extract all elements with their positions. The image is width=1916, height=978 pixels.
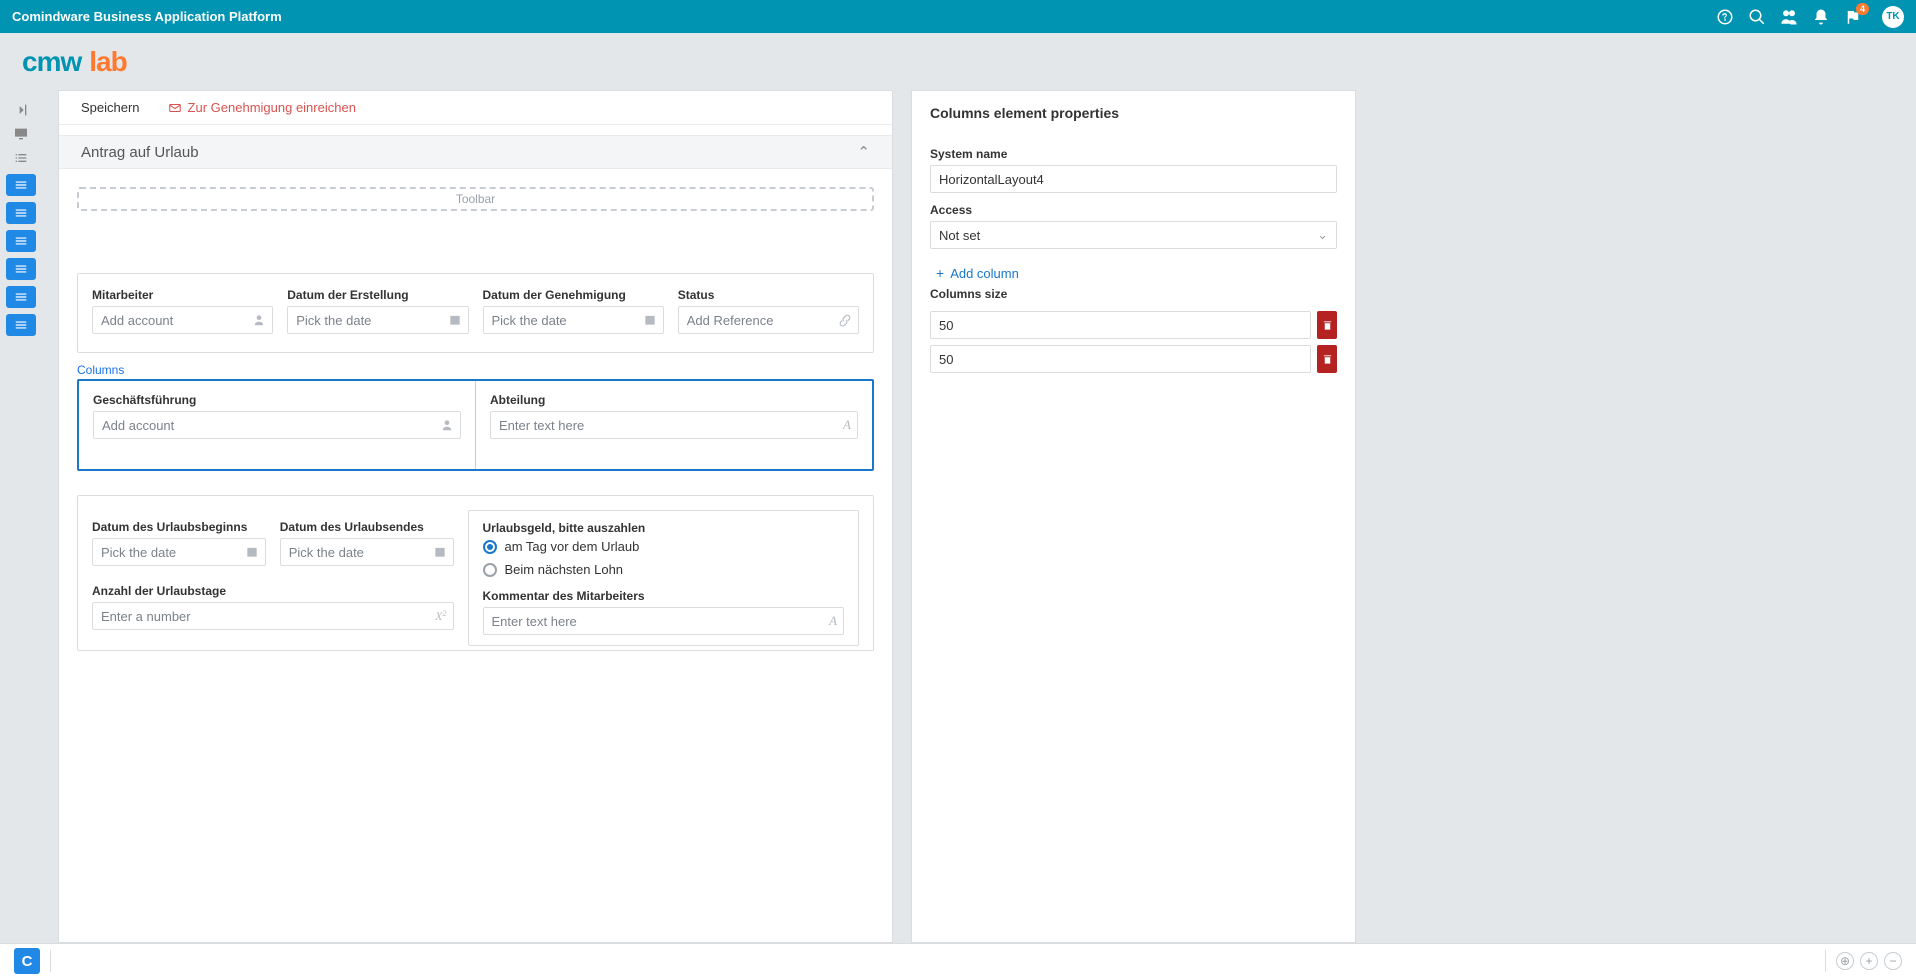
radio-icon [483,563,497,577]
erstellt-input[interactable]: Pick the date [287,306,468,334]
columns-element-selected[interactable]: Geschäftsführung Add account Abteilung E… [77,379,874,471]
beginn-input[interactable]: Pick the date [92,538,266,566]
mail-icon [168,101,182,115]
zoom-in-icon[interactable]: + [1860,952,1878,970]
list-icon[interactable] [11,148,31,168]
calendar-icon [245,545,259,559]
add-column-button[interactable]: +Add column [936,265,1337,281]
radio-icon [483,540,497,554]
number-icon: X2 [435,609,446,624]
user-icon [440,418,454,432]
geschaeftsfuehrung-input[interactable]: Add account [93,411,461,439]
kommentar-label: Kommentar des Mitarbeiters [483,589,845,603]
trash-icon [1322,320,1333,331]
form-body: Toolbar Mitarbeiter Add account Datum de [59,169,892,942]
columns-label: Columns [77,363,874,377]
calendar-icon [433,545,447,559]
submit-label: Zur Genehmigung einreichen [188,100,356,115]
zoom-out-icon[interactable]: − [1884,952,1902,970]
chevron-up-icon[interactable]: ⌃ [857,143,870,161]
sidebar [0,90,42,943]
submit-approval-button[interactable]: Zur Genehmigung einreichen [168,100,356,115]
field-group-1: Mitarbeiter Add account Datum der Erstel… [77,273,874,353]
urlaubsgeld-label: Urlaubsgeld, bitte auszahlen [483,521,845,535]
layout-item-3[interactable] [6,230,36,252]
trash-icon [1322,354,1333,365]
layout-item-1[interactable] [6,174,36,196]
form-toolbar: Speichern Zur Genehmigung einreichen [59,91,892,125]
logo-cmw: cmw [22,46,81,78]
app-title: Comindware Business Application Platform [12,9,1716,24]
properties-title: Columns element properties [930,105,1337,121]
delete-column-1-button[interactable] [1317,311,1337,339]
zoom-controls: ⊕ + − [1836,952,1902,970]
status-label: Status [678,288,859,302]
calendar-icon [643,313,657,327]
chevron-down-icon: ⌄ [1317,227,1328,243]
logo-bar: cmw lab [0,33,1916,90]
access-label: Access [930,203,1337,217]
form-panel: Speichern Zur Genehmigung einreichen Ant… [58,90,893,943]
beginn-label: Datum des Urlaubsbeginns [92,520,266,534]
save-button[interactable]: Speichern [81,100,140,115]
columns-size-label: Columns size [930,287,1337,301]
bottom-spacer [50,950,1826,972]
radio-option-2[interactable]: Beim nächsten Lohn [483,562,845,577]
toolbar-dropzone[interactable]: Toolbar [77,187,874,211]
search-icon[interactable] [1748,8,1766,26]
text-icon: A [843,417,851,433]
genehmigung-label: Datum der Genehmigung [483,288,664,302]
delete-column-2-button[interactable] [1317,345,1337,373]
calendar-icon [448,313,462,327]
link-icon [838,313,852,327]
app-badge[interactable]: C [14,948,40,974]
access-select[interactable]: Not set ⌄ [930,221,1337,249]
layout-item-2[interactable] [6,202,36,224]
ende-input[interactable]: Pick the date [280,538,454,566]
topbar-icons: 4 TK [1716,6,1904,28]
workspace: Speichern Zur Genehmigung einreichen Ant… [0,90,1916,943]
layout-item-4[interactable] [6,258,36,280]
bottom-bar: C ⊕ + − [0,943,1916,978]
user-avatar[interactable]: TK [1882,6,1904,28]
section-header: Antrag auf Urlaub ⌃ [59,135,892,169]
content-area: Speichern Zur Genehmigung einreichen Ant… [42,90,1916,943]
section-title: Antrag auf Urlaub [81,144,199,161]
genehmigung-input[interactable]: Pick the date [483,306,664,334]
zoom-fit-icon[interactable]: ⊕ [1836,952,1854,970]
text-icon: A [829,613,837,629]
kommentar-input[interactable]: Enter text here A [483,607,845,635]
tage-input[interactable]: Enter a number X2 [92,602,454,630]
status-input[interactable]: Add Reference [678,306,859,334]
abteilung-label: Abteilung [490,393,858,407]
mitarbeiter-label: Mitarbeiter [92,288,273,302]
plus-icon: + [936,265,944,281]
geschaeftsfuehrung-label: Geschäftsführung [93,393,461,407]
flag-icon[interactable]: 4 [1844,8,1862,26]
top-bar: Comindware Business Application Platform… [0,0,1916,33]
logo-lab: lab [89,46,126,78]
layout-item-5[interactable] [6,286,36,308]
tage-label: Anzahl der Urlaubstage [92,584,454,598]
users-icon[interactable] [1780,8,1798,26]
collapse-icon[interactable] [11,100,31,120]
radio-option-1[interactable]: am Tag vor dem Urlaub [483,539,845,554]
size-input-1[interactable]: 50 [930,311,1311,339]
bell-icon[interactable] [1812,8,1830,26]
abteilung-input[interactable]: Enter text here A [490,411,858,439]
notification-badge: 4 [1856,3,1869,15]
monitor-icon[interactable] [11,124,31,144]
erstellt-label: Datum der Erstellung [287,288,468,302]
ende-label: Datum des Urlaubsendes [280,520,454,534]
mitarbeiter-input[interactable]: Add account [92,306,273,334]
properties-panel: Columns element properties System name H… [911,90,1356,943]
size-input-2[interactable]: 50 [930,345,1311,373]
sysname-label: System name [930,147,1337,161]
help-icon[interactable] [1716,8,1734,26]
layout-item-6[interactable] [6,314,36,336]
sysname-input[interactable]: HorizontalLayout4 [930,165,1337,193]
user-icon [252,313,266,327]
